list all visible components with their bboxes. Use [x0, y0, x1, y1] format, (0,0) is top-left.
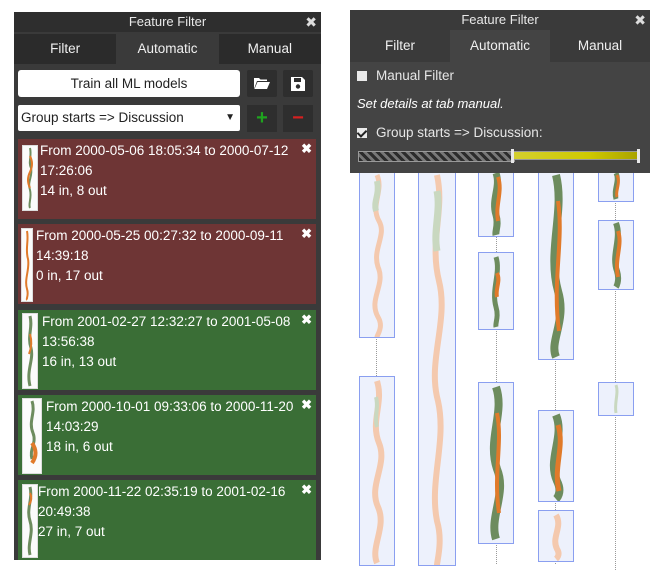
close-icon[interactable]: ✖	[301, 139, 312, 159]
card-date-range: From 2000-10-01 09:33:06 to 2000-11-20	[46, 399, 294, 414]
timeline-segment[interactable]	[359, 170, 395, 338]
card-counts: 16 in, 13 out	[42, 354, 117, 369]
group-select-value: Group starts => Discussion	[21, 110, 184, 125]
feature-filter-overlay: Feature Filter ✖ Filter Automatic Manual…	[350, 10, 650, 173]
card-thumbnail	[22, 145, 38, 211]
tab-manual[interactable]: Manual	[550, 30, 650, 62]
timeline-segment[interactable]	[538, 510, 574, 562]
floppy-disk-icon	[291, 76, 305, 91]
manual-filter-checkbox[interactable]	[357, 70, 367, 81]
tab-bar: Filter Automatic Manual	[14, 34, 321, 64]
slider-handle-high[interactable]	[637, 149, 640, 163]
list-item[interactable]: From 2000-10-01 09:33:06 to 2000-11-20 1…	[18, 395, 316, 475]
close-icon[interactable]: ✖	[634, 10, 646, 30]
timeline-segment[interactable]	[598, 170, 634, 202]
overlay-tab-bar: Filter Automatic Manual	[350, 30, 650, 62]
card-date-end: 17:26:06	[40, 163, 93, 178]
timeline-segment[interactable]	[598, 382, 634, 416]
card-counts: 14 in, 8 out	[40, 183, 107, 198]
folder-open-icon	[254, 78, 270, 89]
overlay-titlebar: Feature Filter ✖	[350, 10, 650, 30]
card-date-range: From 2000-11-22 02:35:19 to 2001-02-16	[38, 484, 286, 499]
card-thumbnail	[22, 398, 42, 474]
card-text: From 2000-11-22 02:35:19 to 2001-02-16 2…	[38, 482, 302, 542]
close-icon[interactable]: ✖	[301, 480, 312, 500]
group-select[interactable]: Group starts => Discussion ▼	[18, 105, 240, 131]
card-date-range: From 2001-02-27 12:32:27 to 2001-05-08	[42, 314, 291, 329]
card-counts: 0 in, 17 out	[36, 268, 103, 283]
open-button[interactable]	[247, 70, 277, 97]
slider-track-active	[513, 151, 640, 160]
card-thumbnail	[22, 484, 38, 558]
card-counts: 27 in, 7 out	[38, 524, 105, 539]
card-text: From 2000-10-01 09:33:06 to 2000-11-20 1…	[46, 397, 302, 457]
close-icon[interactable]: ✖	[305, 12, 317, 32]
train-all-models-button[interactable]: Train all ML models	[18, 70, 240, 97]
panel-title: Feature Filter	[128, 14, 207, 29]
group-filter-row[interactable]: Group starts => Discussion:	[357, 125, 543, 140]
plus-icon: +	[256, 107, 268, 129]
card-date-end: 14:03:29	[46, 419, 99, 434]
manual-filter-row[interactable]: Manual Filter	[357, 68, 454, 83]
card-date-end: 20:49:38	[38, 504, 91, 519]
timeline-segment[interactable]	[359, 376, 395, 566]
close-icon[interactable]: ✖	[301, 395, 312, 415]
range-slider[interactable]	[358, 149, 640, 163]
card-thumbnail	[21, 228, 33, 302]
card-counts: 18 in, 6 out	[46, 439, 113, 454]
chevron-down-icon: ▼	[225, 112, 235, 123]
list-item[interactable]: From 2000-05-06 18:05:34 to 2000-07-12 1…	[18, 139, 316, 219]
group-filter-checkbox[interactable]	[357, 127, 367, 138]
remove-group-button[interactable]: −	[283, 105, 313, 132]
feature-filter-panel: Feature Filter ✖ Filter Automatic Manual…	[14, 12, 321, 560]
list-item[interactable]: From 2000-05-25 00:27:32 to 2000-09-11 1…	[18, 224, 316, 304]
close-icon[interactable]: ✖	[301, 310, 312, 330]
overlay-title: Feature Filter	[461, 12, 539, 27]
group-filter-label: Group starts => Discussion:	[376, 125, 543, 140]
slider-handle-low[interactable]	[511, 149, 514, 163]
card-date-range: From 2000-05-06 18:05:34 to 2000-07-12	[40, 143, 289, 158]
timeline-segment[interactable]	[538, 170, 574, 360]
card-date-end: 14:39:18	[36, 248, 89, 263]
timeline-segment[interactable]	[538, 410, 574, 503]
tab-filter[interactable]: Filter	[350, 30, 450, 62]
timeline-segment[interactable]	[478, 252, 514, 330]
manual-note: Set details at tab manual.	[357, 96, 504, 111]
timeline-segment[interactable]	[418, 170, 456, 566]
card-date-range: From 2000-05-25 00:27:32 to 2000-09-11	[36, 228, 284, 243]
card-text: From 2000-05-06 18:05:34 to 2000-07-12 1…	[40, 141, 302, 201]
timeline-segment[interactable]	[478, 382, 514, 544]
minus-icon: −	[292, 107, 304, 129]
list-item[interactable]: From 2001-02-27 12:32:27 to 2001-05-08 1…	[18, 310, 316, 390]
slider-track-inactive	[358, 151, 515, 162]
timeline-view: Feature Filter ✖ Filter Automatic Manual…	[350, 10, 650, 570]
add-group-button[interactable]: +	[247, 105, 277, 132]
tab-manual[interactable]: Manual	[218, 34, 321, 64]
card-date-end: 13:56:38	[42, 334, 95, 349]
timeline-segment[interactable]	[598, 220, 634, 290]
tab-automatic[interactable]: Automatic	[116, 34, 219, 64]
manual-filter-label: Manual Filter	[376, 68, 455, 83]
tab-automatic[interactable]: Automatic	[450, 30, 550, 62]
card-text: From 2001-02-27 12:32:27 to 2001-05-08 1…	[42, 312, 302, 372]
timeline-segment[interactable]	[478, 170, 514, 237]
card-thumbnail	[22, 313, 38, 389]
save-button[interactable]	[283, 70, 313, 97]
card-text: From 2000-05-25 00:27:32 to 2000-09-11 1…	[36, 226, 302, 286]
list-item[interactable]: From 2000-11-22 02:35:19 to 2001-02-16 2…	[18, 480, 316, 560]
tab-filter[interactable]: Filter	[14, 34, 117, 64]
close-icon[interactable]: ✖	[301, 224, 312, 244]
panel-titlebar: Feature Filter ✖	[14, 12, 321, 32]
